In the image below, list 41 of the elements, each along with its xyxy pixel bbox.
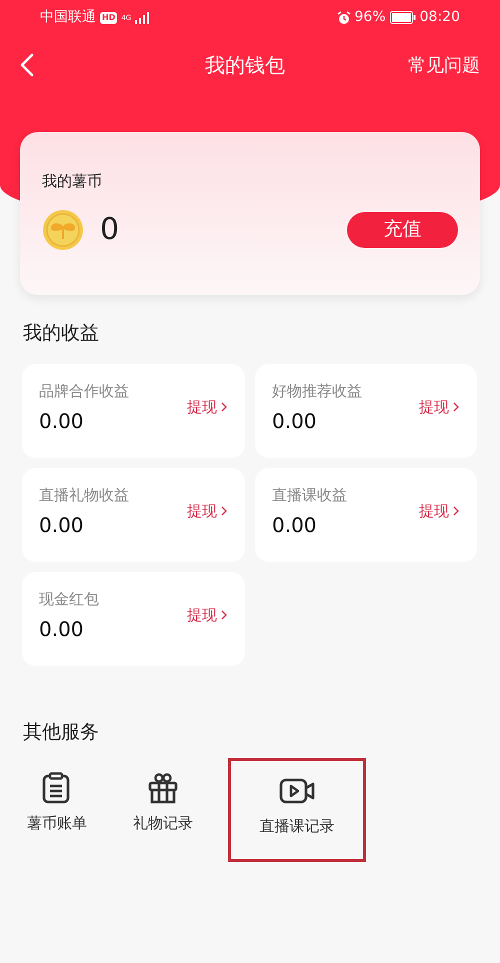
alarm-icon xyxy=(336,10,351,24)
withdraw-link[interactable]: 提现 xyxy=(187,500,227,522)
battery-percent: 96% xyxy=(354,8,386,27)
chevron-icon xyxy=(453,402,459,412)
faq-link[interactable]: 常见问题 xyxy=(408,52,480,78)
chevron-icon xyxy=(221,610,227,620)
coin-icon xyxy=(42,208,84,250)
earnings-amount: 0.00 xyxy=(39,512,85,539)
section-title: 我的收益 xyxy=(22,321,100,346)
back-button[interactable] xyxy=(20,53,34,77)
earnings-amount: 0.00 xyxy=(272,408,318,435)
earnings-amount: 0.00 xyxy=(272,512,318,539)
earnings-label: 品牌合作收益 xyxy=(39,380,129,402)
chevron-icon xyxy=(221,402,227,412)
chevron-icon xyxy=(221,506,227,516)
earnings-amount: 0.00 xyxy=(39,616,85,643)
gift-icon xyxy=(147,772,179,804)
signal-icon xyxy=(135,12,152,24)
section-title: 其他服务 xyxy=(22,720,100,744)
recharge-button[interactable]: 充值 xyxy=(347,212,458,248)
earnings-label: 直播课收益 xyxy=(272,484,347,506)
battery-icon xyxy=(390,11,416,24)
withdraw-link[interactable]: 提现 xyxy=(187,604,227,626)
withdraw-link[interactable]: 提现 xyxy=(419,500,459,522)
withdraw-link[interactable]: 提现 xyxy=(187,396,227,418)
earnings-label: 好物推荐收益 xyxy=(272,380,362,402)
back-icon xyxy=(20,53,34,77)
page-title: 我的钱包 xyxy=(205,52,285,79)
earnings-label: 直播礼物收益 xyxy=(39,484,129,506)
withdraw-link[interactable]: 提现 xyxy=(419,396,459,418)
carrier-name: 中国联通 xyxy=(40,8,96,27)
service-item[interactable]: 直播课记录 xyxy=(228,758,366,862)
coin-label: 我的薯币 xyxy=(42,171,103,192)
clock-time: 08:20 xyxy=(420,8,460,27)
coin-amount: 0 xyxy=(100,214,120,244)
hd-badge: HD xyxy=(100,12,118,24)
service-item[interactable]: 薯币账单 xyxy=(16,762,98,834)
service-item[interactable]: 礼物记录 xyxy=(122,762,204,834)
earnings-amount: 0.00 xyxy=(39,408,85,435)
earnings-label: 现金红包 xyxy=(39,588,99,610)
chevron-icon xyxy=(453,506,459,516)
